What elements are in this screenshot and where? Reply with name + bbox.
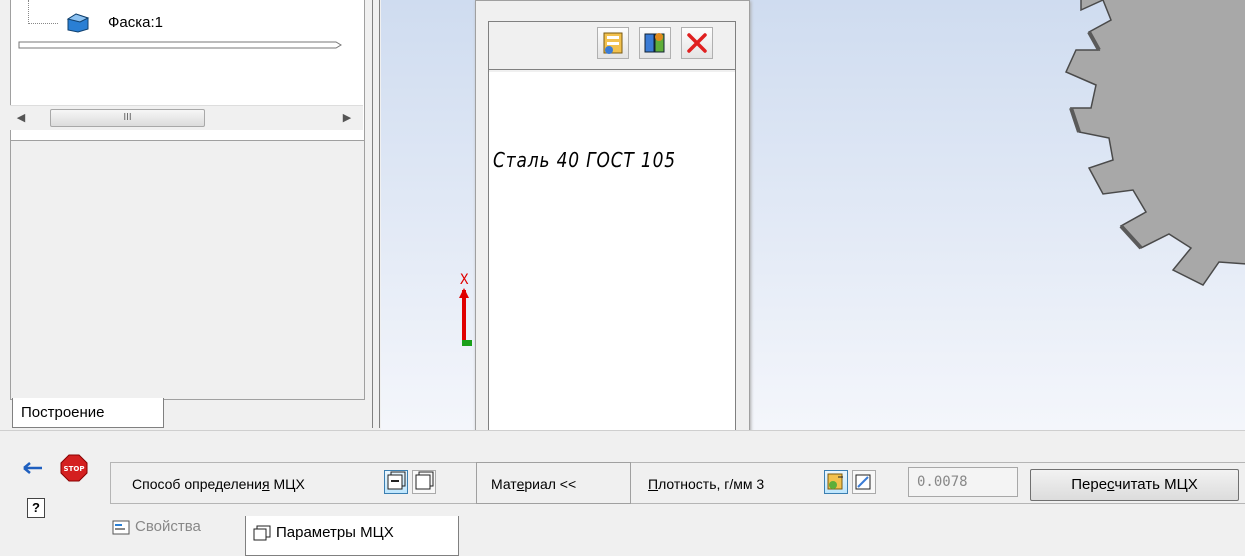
- axis-x-label: X: [460, 272, 469, 288]
- density-label: Плотность, г/мм 3: [648, 476, 765, 492]
- svg-text:STOP: STOP: [64, 465, 85, 473]
- properties-tab-icon: [112, 520, 130, 535]
- density-manual-button[interactable]: [852, 470, 876, 494]
- tree-lower-panel: [10, 140, 365, 400]
- tree-divider: [18, 41, 342, 49]
- material-popup: Сталь 40 ГОСТ 105: [475, 0, 750, 462]
- scroll-right-icon[interactable]: ▶: [340, 111, 354, 125]
- tree-item-chamfer[interactable]: Фаска:1: [108, 14, 163, 31]
- density-field[interactable]: 0.0078: [908, 467, 1018, 497]
- method-auto-button[interactable]: [384, 470, 408, 494]
- scroll-left-icon[interactable]: ◀: [14, 111, 28, 125]
- tab-properties[interactable]: Свойства: [135, 518, 201, 535]
- density-from-material-button[interactable]: [824, 470, 848, 494]
- material-item[interactable]: Сталь 40 ГОСТ 105: [493, 148, 676, 172]
- library-book-icon[interactable]: [597, 27, 629, 59]
- material-db-icon[interactable]: [639, 27, 671, 59]
- material-list[interactable]: Сталь 40 ГОСТ 105: [489, 72, 735, 452]
- chamfer-icon: [66, 13, 90, 33]
- method-label: Способ определения МЦХ: [132, 476, 305, 492]
- stop-icon[interactable]: STOP: [60, 454, 88, 482]
- create-object-icon[interactable]: [22, 462, 44, 474]
- scroll-thumb[interactable]: III: [50, 109, 205, 127]
- popup-toolbar: [489, 22, 735, 70]
- gear-model: [1065, 0, 1245, 286]
- recalculate-button[interactable]: Пересчитать МЦХ: [1030, 469, 1239, 501]
- help-icon[interactable]: ?: [27, 498, 45, 518]
- material-button[interactable]: Материал <<: [476, 462, 631, 504]
- tab-build[interactable]: Построение: [12, 398, 164, 428]
- scroll-grip: III: [123, 112, 132, 123]
- horizontal-scrollbar[interactable]: ◀ III ▶: [10, 105, 363, 130]
- panel-splitter[interactable]: [372, 0, 380, 428]
- close-icon[interactable]: [681, 27, 713, 59]
- mass-params-tab-icon: [253, 525, 271, 541]
- tab-mass-params[interactable]: Параметры МЦХ: [245, 516, 459, 556]
- material-panel: Сталь 40 ГОСТ 105: [488, 21, 736, 453]
- tab-mass-params-label: Параметры МЦХ: [276, 524, 394, 541]
- method-manual-button[interactable]: [412, 470, 436, 494]
- tree-connector: [28, 0, 58, 24]
